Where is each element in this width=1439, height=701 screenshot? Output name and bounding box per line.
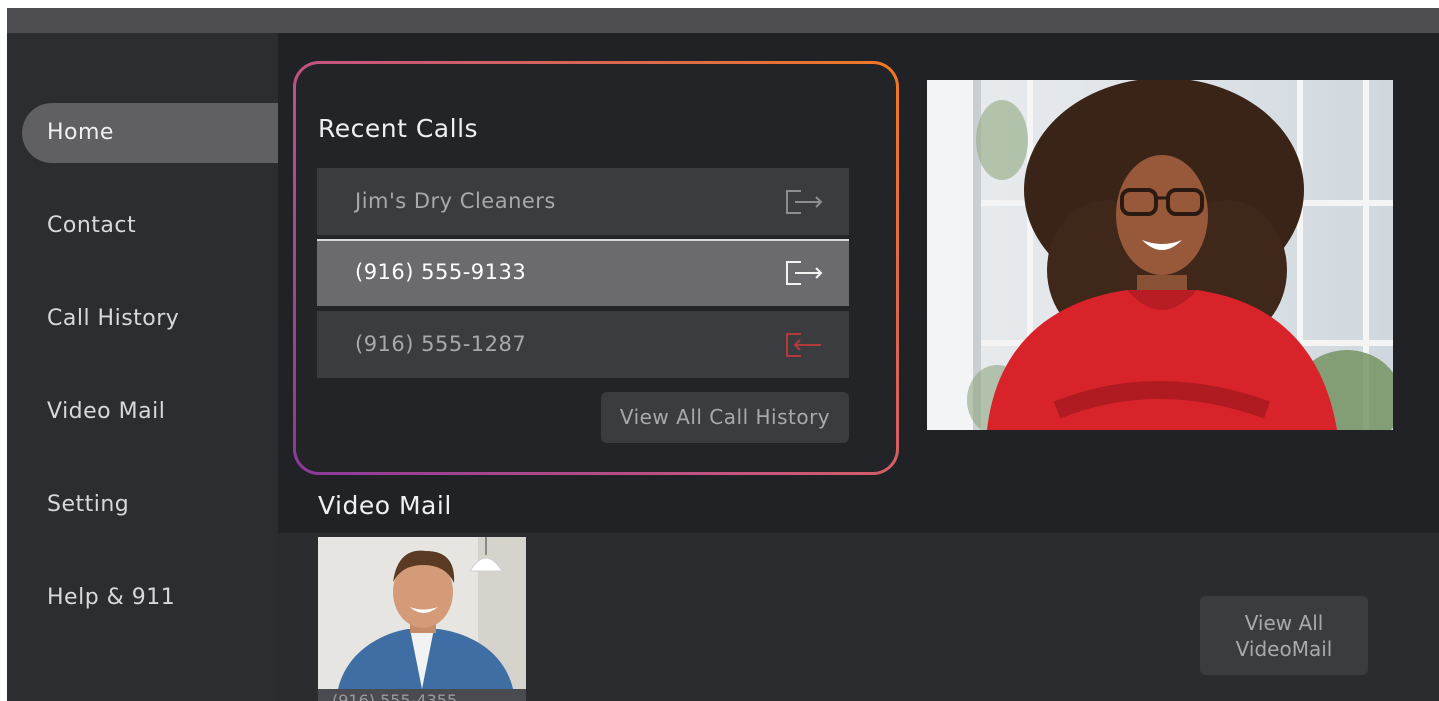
call-row[interactable]: (916) 555-1287 [317,311,849,378]
video-mail-strip: (916) 555-4355 View All VideoMail [278,533,1439,701]
call-row[interactable]: Jim's Dry Cleaners [317,168,849,235]
sidebar-item-video-mail[interactable]: Video Mail [22,382,278,442]
sidebar: Home Contact Call History Video Mail Set… [7,33,278,701]
sidebar-item-setting[interactable]: Setting [22,475,278,535]
call-row[interactable]: (916) 555-9133 [317,239,849,306]
tv-screen: Home Contact Call History Video Mail Set… [7,8,1439,701]
view-all-videomail-button[interactable]: View All VideoMail [1200,596,1368,675]
sidebar-item-call-history[interactable]: Call History [22,289,278,349]
sidebar-item-contact[interactable]: Contact [22,196,278,256]
sidebar-item-home[interactable]: Home [22,103,278,163]
recent-calls-panel: Recent Calls Jim's Dry Cleaners (916) 55… [293,61,899,475]
video-mail-thumbnail[interactable] [318,537,526,689]
main-content: Recent Calls Jim's Dry Cleaners (916) 55… [278,33,1439,701]
recent-calls-title: Recent Calls [318,114,479,143]
missed-call-icon [786,333,821,357]
top-bar [7,8,1439,33]
video-mail-title: Video Mail [318,491,452,520]
call-row-label: (916) 555-9133 [355,260,527,284]
outgoing-call-icon [786,190,823,214]
call-row-label: Jim's Dry Cleaners [355,189,556,213]
call-row-label: (916) 555-1287 [355,332,527,356]
outgoing-call-icon [786,261,823,285]
video-mail-caption: (916) 555-4355 [318,689,526,701]
view-all-call-history-button[interactable]: View All Call History [601,392,849,443]
featured-contact-photo [927,80,1393,430]
sidebar-item-help-911[interactable]: Help & 911 [22,568,278,628]
